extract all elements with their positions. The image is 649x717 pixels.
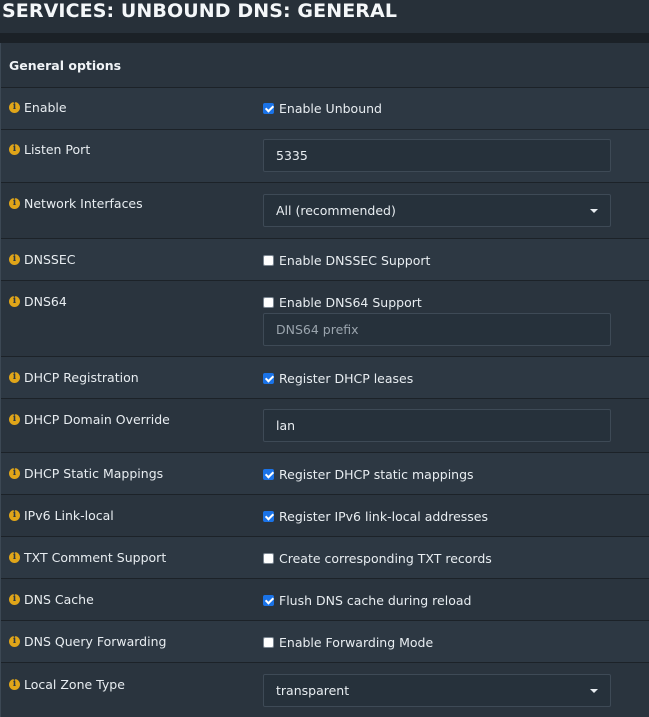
register-dhcp-static-mappings-checkbox[interactable]: Register DHCP static mappings	[263, 467, 474, 482]
checkbox-label: Register IPv6 link-local addresses	[279, 509, 489, 524]
label-txt-comment-support: TXT Comment Support	[24, 550, 167, 565]
row-label: i DNS64	[9, 294, 67, 309]
row-label: i Local Zone Type	[9, 677, 125, 692]
info-icon[interactable]: i	[9, 372, 20, 383]
row-dhcp-domain-override: i DHCP Domain Override	[1, 399, 649, 453]
checkbox-checked-icon[interactable]	[263, 103, 274, 114]
checkbox-label: Enable DNSSEC Support	[279, 253, 431, 268]
checkbox-unchecked-icon[interactable]	[263, 255, 274, 266]
checkbox-checked-icon[interactable]	[263, 511, 274, 522]
row-txt-comment-support: i TXT Comment Support Create correspondi…	[1, 537, 649, 579]
section-header: General options	[1, 43, 649, 88]
checkbox-unchecked-icon[interactable]	[263, 637, 274, 648]
header-bar	[0, 33, 649, 43]
label-dns-cache: DNS Cache	[24, 592, 94, 607]
enable-dns64-checkbox[interactable]: Enable DNS64 Support	[263, 295, 422, 310]
checkbox-unchecked-icon[interactable]	[263, 553, 274, 564]
row-listen-port: i Listen Port	[1, 130, 649, 183]
row-label: i DHCP Static Mappings	[9, 466, 163, 481]
label-local-zone-type: Local Zone Type	[24, 677, 125, 692]
row-ipv6-link-local: i IPv6 Link-local Register IPv6 link-loc…	[1, 495, 649, 537]
label-dns64: DNS64	[24, 294, 67, 309]
row-label: i DNS Cache	[9, 592, 94, 607]
row-label: i Listen Port	[9, 142, 90, 157]
row-dns-query-forwarding: i DNS Query Forwarding Enable Forwarding…	[1, 621, 649, 663]
enable-dnssec-checkbox[interactable]: Enable DNSSEC Support	[263, 253, 430, 268]
info-icon[interactable]: i	[9, 296, 20, 307]
row-label: i Enable	[9, 100, 67, 115]
row-label: i Network Interfaces	[9, 196, 143, 211]
info-icon[interactable]: i	[9, 594, 20, 605]
label-dhcp-static-mappings: DHCP Static Mappings	[24, 466, 164, 481]
label-enable: Enable	[24, 100, 67, 115]
general-options-panel: General options i Enable Enable Unbound …	[0, 43, 649, 717]
page-title: SERVICES: UNBOUND DNS: GENERAL	[2, 0, 398, 22]
row-dhcp-registration: i DHCP Registration Register DHCP leases	[1, 357, 649, 399]
checkbox-label: Create corresponding TXT records	[279, 551, 492, 566]
info-icon[interactable]: i	[9, 552, 20, 563]
row-dhcp-static-mappings: i DHCP Static Mappings Register DHCP sta…	[1, 453, 649, 495]
row-label: i DNSSEC	[9, 252, 75, 267]
enable-unbound-checkbox[interactable]: Enable Unbound	[263, 101, 382, 116]
row-local-zone-type: i Local Zone Type transparent	[1, 663, 649, 717]
label-ipv6-link-local: IPv6 Link-local	[24, 508, 114, 523]
row-dnssec: i DNSSEC Enable DNSSEC Support	[1, 239, 649, 281]
listen-port-input[interactable]	[263, 139, 611, 172]
checkbox-label: Enable Forwarding Mode	[279, 635, 434, 650]
row-network-interfaces: i Network Interfaces All (recommended)	[1, 183, 649, 239]
info-icon[interactable]: i	[9, 102, 20, 113]
label-listen-port: Listen Port	[24, 142, 91, 157]
info-icon[interactable]: i	[9, 198, 20, 209]
label-dns-query-forwarding: DNS Query Forwarding	[24, 634, 167, 649]
register-dhcp-leases-checkbox[interactable]: Register DHCP leases	[263, 371, 413, 386]
checkbox-checked-icon[interactable]	[263, 373, 274, 384]
row-dns-cache: i DNS Cache Flush DNS cache during reloa…	[1, 579, 649, 621]
caret-down-icon	[590, 688, 598, 693]
checkbox-unchecked-icon[interactable]	[263, 297, 274, 308]
caret-down-icon	[590, 208, 598, 213]
checkbox-checked-icon[interactable]	[263, 469, 274, 480]
info-icon[interactable]: i	[9, 468, 20, 479]
row-label: i DHCP Registration	[9, 370, 139, 385]
section-title: General options	[9, 58, 122, 73]
label-dnssec: DNSSEC	[24, 252, 76, 267]
checkbox-label: Register DHCP leases	[279, 371, 414, 386]
row-enable: i Enable Enable Unbound	[1, 88, 649, 130]
row-label: i TXT Comment Support	[9, 550, 166, 565]
dns64-prefix-input[interactable]	[263, 313, 611, 346]
dhcp-domain-override-input[interactable]	[263, 409, 611, 442]
row-dns64: i DNS64 Enable DNS64 Support	[1, 281, 649, 357]
row-label: i DHCP Domain Override	[9, 412, 170, 427]
enable-forwarding-mode-checkbox[interactable]: Enable Forwarding Mode	[263, 635, 433, 650]
local-zone-type-select[interactable]: transparent	[263, 674, 611, 707]
register-ipv6-link-local-checkbox[interactable]: Register IPv6 link-local addresses	[263, 509, 488, 524]
checkbox-label: Enable Unbound	[279, 101, 382, 116]
row-label: i DNS Query Forwarding	[9, 634, 166, 649]
info-icon[interactable]: i	[9, 510, 20, 521]
info-icon[interactable]: i	[9, 414, 20, 425]
row-label: i IPv6 Link-local	[9, 508, 114, 523]
checkbox-label: Register DHCP static mappings	[279, 467, 474, 482]
label-dhcp-registration: DHCP Registration	[24, 370, 139, 385]
info-icon[interactable]: i	[9, 254, 20, 265]
checkbox-label: Enable DNS64 Support	[279, 295, 422, 310]
info-icon[interactable]: i	[9, 144, 20, 155]
label-dhcp-domain-override: DHCP Domain Override	[24, 412, 170, 427]
checkbox-label: Flush DNS cache during reload	[279, 593, 472, 608]
select-value: All (recommended)	[276, 203, 396, 218]
select-value: transparent	[276, 683, 350, 698]
page-header: SERVICES: UNBOUND DNS: GENERAL	[0, 0, 649, 33]
checkbox-checked-icon[interactable]	[263, 595, 274, 606]
info-icon[interactable]: i	[9, 679, 20, 690]
network-interfaces-select[interactable]: All (recommended)	[263, 194, 611, 227]
info-icon[interactable]: i	[9, 636, 20, 647]
label-network-interfaces: Network Interfaces	[24, 196, 143, 211]
create-txt-records-checkbox[interactable]: Create corresponding TXT records	[263, 551, 492, 566]
flush-dns-cache-checkbox[interactable]: Flush DNS cache during reload	[263, 593, 471, 608]
